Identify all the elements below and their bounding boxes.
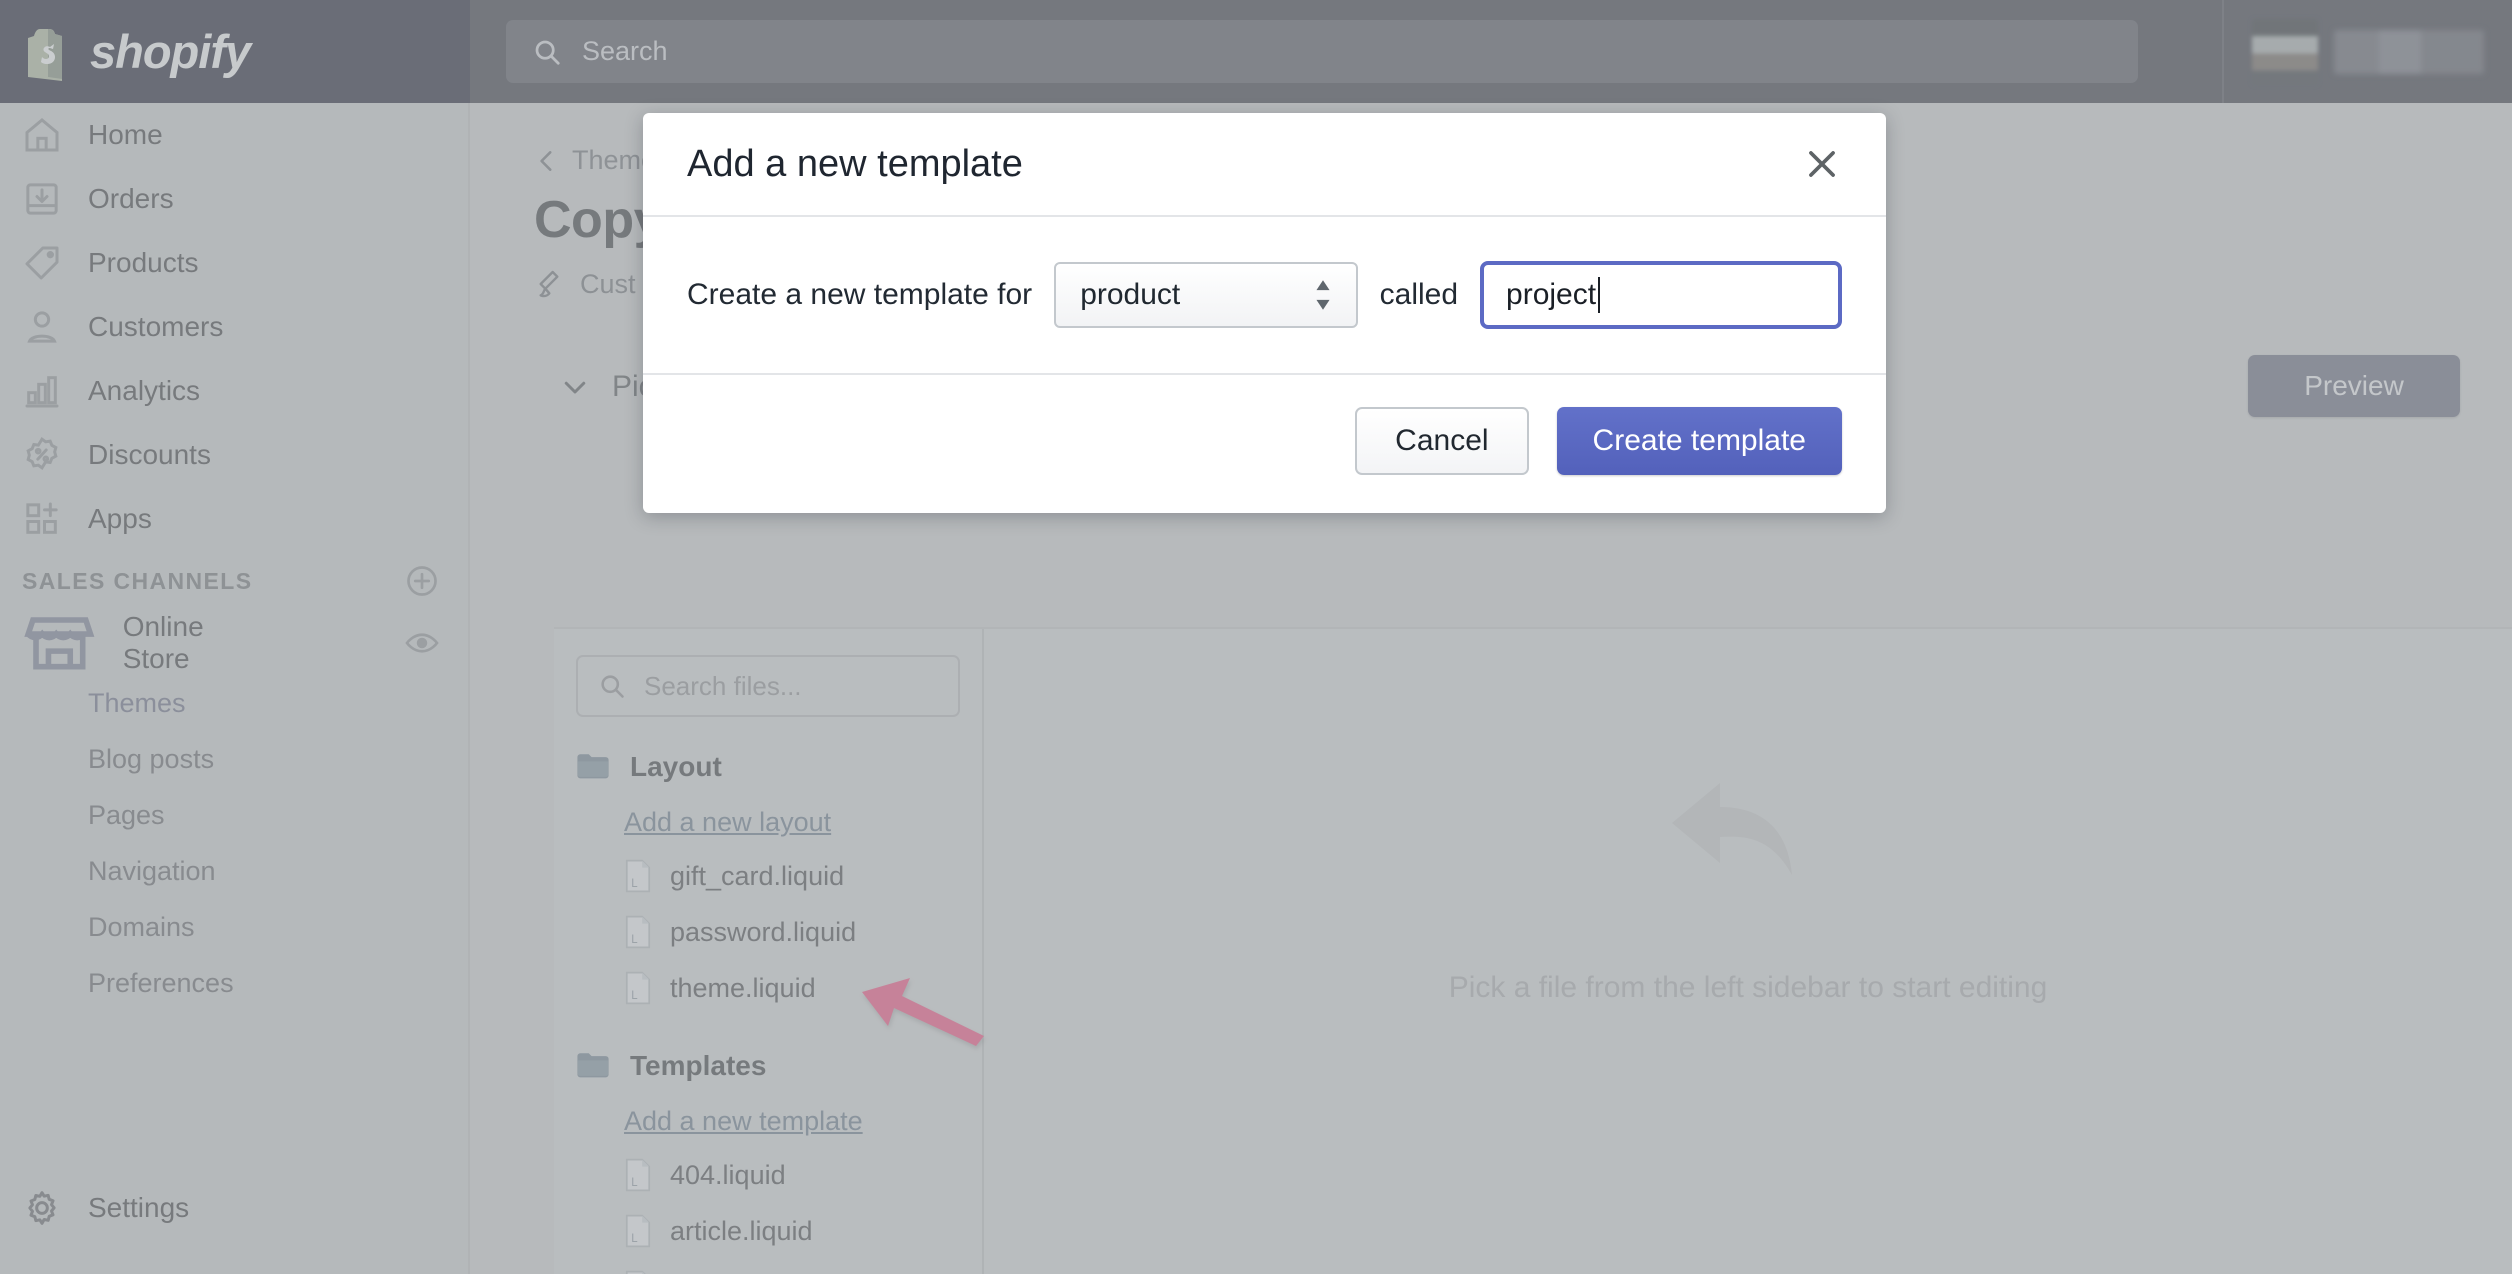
modal-body: Create a new template for product called… xyxy=(643,217,1886,375)
template-type-value: product xyxy=(1080,278,1181,311)
template-type-select[interactable]: product xyxy=(1054,262,1358,328)
up-down-stepper-icon xyxy=(1316,280,1330,310)
called-label: called xyxy=(1379,278,1459,311)
template-name-input[interactable]: project xyxy=(1480,261,1842,329)
text-caret xyxy=(1598,277,1601,313)
cancel-button[interactable]: Cancel xyxy=(1355,407,1529,475)
add-template-modal: Add a new template Create a new template… xyxy=(643,113,1886,513)
app-root: shopify Search Home xyxy=(0,0,2512,1274)
modal-footer: Cancel Create template xyxy=(643,375,1886,513)
close-button[interactable] xyxy=(1794,136,1850,192)
template-name-value: project xyxy=(1506,278,1597,311)
create-template-button[interactable]: Create template xyxy=(1556,407,1842,475)
close-x-icon xyxy=(1809,151,1835,177)
create-template-for-label: Create a new template for xyxy=(687,278,1033,311)
modal-header: Add a new template xyxy=(643,113,1886,217)
modal-title: Add a new template xyxy=(687,142,1023,185)
